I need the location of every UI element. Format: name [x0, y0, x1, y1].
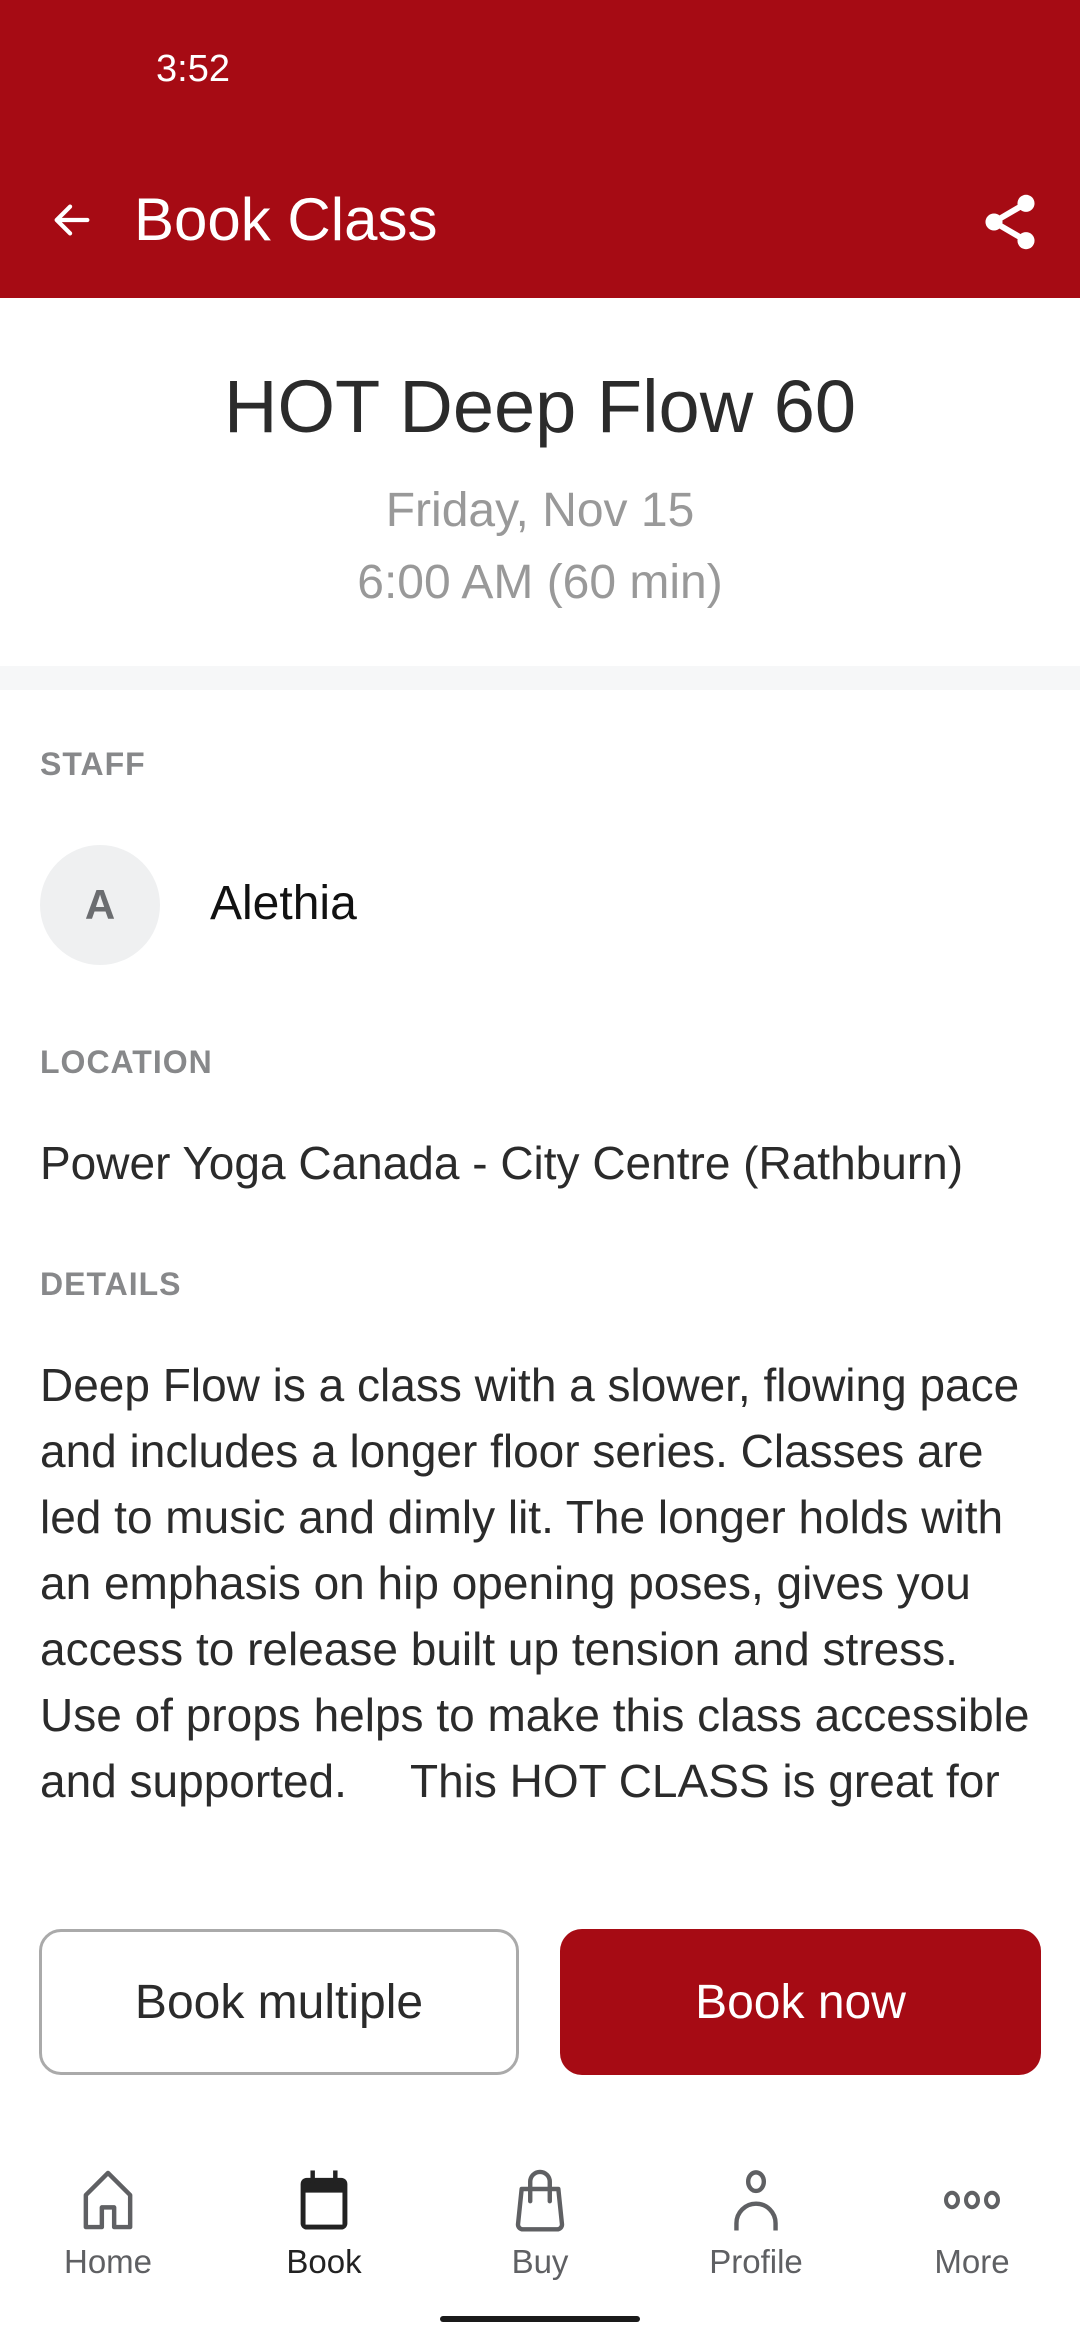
share-button[interactable]	[978, 188, 1042, 256]
book-multiple-button[interactable]: Book multiple	[39, 1929, 519, 2075]
class-date: Friday, Nov 15	[385, 484, 695, 537]
arrow-left-icon	[54, 204, 90, 236]
page-title: Book Class	[134, 186, 438, 253]
tab-profile[interactable]: Profile	[648, 2150, 864, 2290]
tab-more[interactable]: More	[864, 2150, 1080, 2290]
tab-label: Home	[63, 2243, 153, 2280]
tab-label: Book	[286, 2243, 362, 2280]
status-time: 3:52	[156, 48, 230, 90]
tab-book[interactable]: Book	[216, 2150, 432, 2290]
back-button[interactable]	[44, 188, 100, 252]
avatar: A	[40, 845, 160, 965]
details-scroll-area[interactable]: Deep Flow is a class with a slower, flow…	[40, 1352, 1040, 1862]
tab-label: More	[934, 2243, 1010, 2280]
tab-label: Buy	[511, 2243, 569, 2280]
details-label: DETAILS	[40, 1266, 182, 1302]
share-icon	[985, 194, 1035, 250]
tab-home[interactable]: Home	[0, 2150, 216, 2290]
more-dots-icon	[944, 2190, 1000, 2210]
location-name: Power Yoga Canada - City Centre (Rathbur…	[40, 1137, 964, 1189]
class-time: 6:00 AM (60 min)	[357, 556, 723, 609]
book-now-button[interactable]: Book now	[560, 1929, 1041, 2075]
person-icon	[734, 2170, 778, 2231]
tab-buy[interactable]: Buy	[432, 2150, 648, 2290]
staff-label: STAFF	[40, 746, 146, 782]
details-text: Deep Flow is a class with a slower, flow…	[40, 1359, 1030, 1807]
staff-name[interactable]: Alethia	[210, 876, 357, 931]
calendar-icon	[300, 2170, 348, 2230]
class-header: HOT Deep Flow 60 Friday, Nov 15 6:00 AM …	[0, 298, 1080, 666]
home-icon	[83, 2170, 133, 2230]
location-label: LOCATION	[40, 1044, 213, 1080]
avatar-initial: A	[84, 881, 116, 928]
class-title: HOT Deep Flow 60	[224, 365, 856, 448]
tab-label: Profile	[709, 2243, 803, 2280]
app-bar: 3:52 Book Class	[0, 0, 1080, 298]
shopping-bag-icon	[515, 2169, 565, 2232]
section-divider	[0, 666, 1080, 690]
home-indicator[interactable]	[440, 2316, 640, 2322]
bottom-nav: Home Book Buy Profile More	[0, 2150, 1080, 2290]
